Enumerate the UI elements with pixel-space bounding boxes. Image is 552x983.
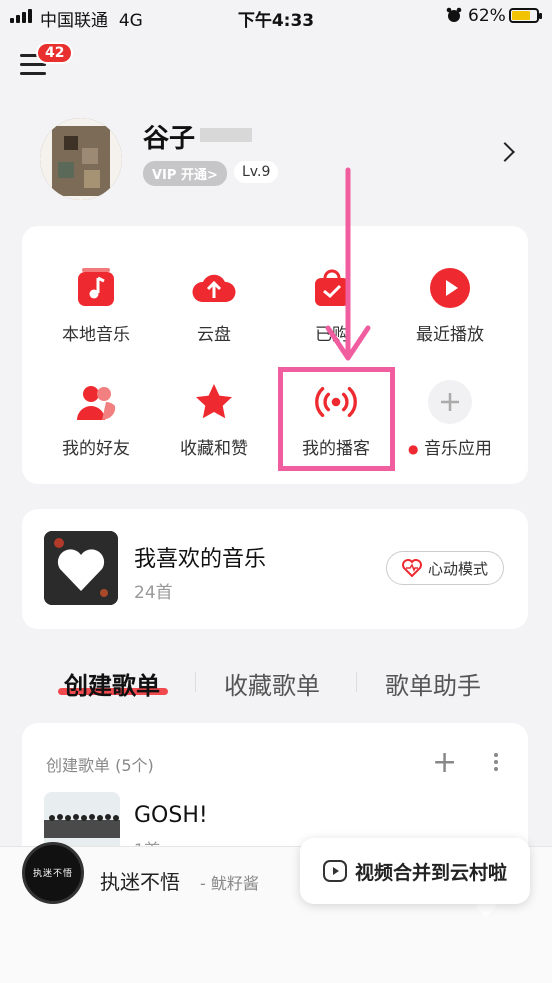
heart-mode-button[interactable]: 心动模式 (386, 551, 504, 585)
playlist-name: GOSH! (134, 803, 208, 828)
status-bar: 中国联通 4G 下午4:33 62% (0, 0, 552, 34)
player-artist: - 鱿籽酱 (200, 874, 259, 893)
grid-item-friends[interactable]: 我的好友 (38, 380, 154, 459)
grid-item-recent-play[interactable]: 最近播放 (392, 266, 508, 345)
grid-item-music-apps[interactable]: ● 音乐应用 (392, 380, 508, 459)
disc-label: 执迷不悟 (32, 869, 73, 879)
star-icon (196, 384, 232, 419)
annotation-arrow-icon (325, 167, 371, 361)
more-vertical-icon[interactable] (493, 750, 499, 774)
friends-icon (77, 386, 116, 420)
tab-playlist-assistant[interactable]: 歌单助手 (385, 666, 481, 701)
video-merge-toast[interactable]: 视频合并到云村啦 (300, 838, 530, 904)
cloud-upload-icon (192, 274, 236, 302)
playlist-section-header: 创建歌单 (5个) (46, 756, 154, 775)
battery-icon (509, 8, 542, 23)
toast-text: 视频合并到云村啦 (354, 861, 507, 884)
level-badge[interactable]: Lv.9 (234, 161, 279, 183)
username-masked (200, 128, 252, 142)
battery-percent: 62% (468, 6, 506, 26)
alarm-icon (446, 7, 462, 22)
grid-label: 收藏和赞 (180, 439, 248, 459)
grid-label: 本地音乐 (62, 325, 130, 345)
tab-collected-playlists[interactable]: 收藏歌单 (224, 666, 320, 701)
chevron-right-icon[interactable] (495, 142, 515, 162)
grid-item-cloud-disk[interactable]: 云盘 (156, 266, 272, 345)
username[interactable]: 谷子 (143, 118, 195, 155)
notification-badge: 42 (36, 42, 74, 64)
grid-label: 云盘 (197, 325, 231, 345)
tab-created-playlists[interactable]: 创建歌单 (64, 666, 160, 701)
heart-icon (44, 531, 118, 605)
heart-mode-label: 心动模式 (427, 559, 488, 578)
grid-label: 我的好友 (62, 439, 130, 459)
grid-label: ● 音乐应用 (408, 439, 492, 459)
liked-count: 24首 (134, 583, 173, 603)
add-playlist-icon[interactable]: + (432, 745, 457, 780)
player-song-title: 执迷不悟 (100, 870, 180, 894)
highlight-box (278, 367, 395, 471)
heart-pulse-icon (401, 559, 422, 577)
tab-divider (195, 672, 196, 692)
grid-item-local-music[interactable]: 本地音乐 (38, 266, 154, 345)
plus-icon (428, 380, 472, 424)
grid-item-favorites[interactable]: 收藏和赞 (156, 380, 272, 459)
vip-badge[interactable]: VIP 开通> (143, 161, 227, 186)
liked-cover[interactable] (44, 531, 118, 605)
avatar[interactable] (40, 118, 122, 200)
grid-label: 最近播放 (416, 325, 484, 345)
red-dot-icon: ● (408, 442, 419, 456)
liked-title: 我喜欢的音乐 (134, 547, 267, 572)
music-note-icon (78, 268, 114, 306)
video-play-icon (322, 860, 347, 882)
play-circle-icon (430, 268, 470, 308)
tab-divider (356, 672, 357, 692)
